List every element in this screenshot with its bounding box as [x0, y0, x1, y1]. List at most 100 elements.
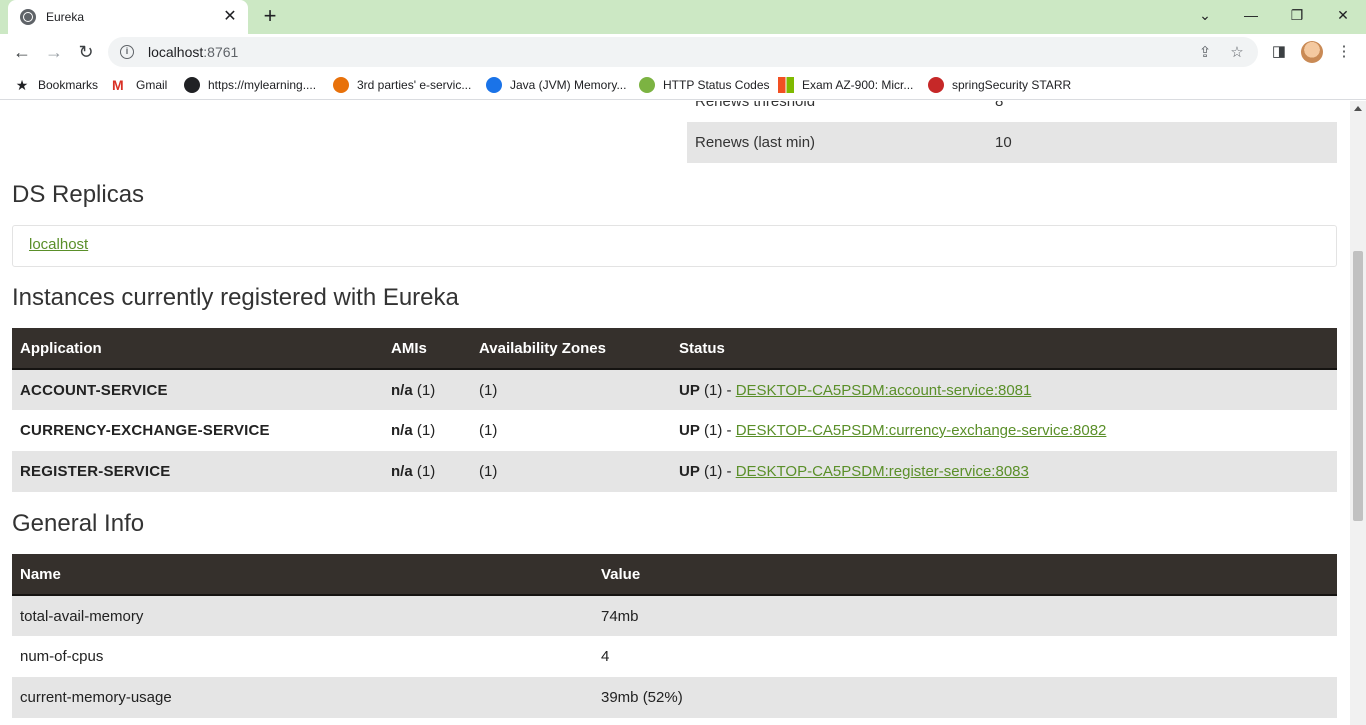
lease-value: 8 [995, 101, 1004, 110]
bookmark-item[interactable]: Java (JVM) Memory... [486, 76, 626, 94]
table-row: current-memory-usage 39mb (52%) [12, 677, 1337, 718]
scrollbar-thumb[interactable] [1353, 251, 1363, 521]
ami-cell: n/a (1) [383, 369, 471, 410]
application-name: ACCOUNT-SERVICE [12, 369, 383, 410]
lease-row: Renews threshold 8 [687, 101, 1337, 122]
col-amis: AMIs [383, 328, 471, 370]
bookmark-item[interactable]: M Gmail [112, 76, 167, 94]
bookmark-item[interactable]: HTTP Status Codes [639, 76, 770, 94]
globe-icon [20, 9, 36, 25]
general-header-row: Name Value [12, 554, 1337, 596]
application-name: REGISTER-SERVICE [12, 451, 383, 492]
bookmarks-bar: ★ Bookmarks M Gmail https://mylearning.... 3r… [0, 70, 1366, 100]
zones-cell: (1) [471, 451, 671, 492]
status-cell: UP (1) - DESKTOP-CA5PSDM:account-service… [671, 369, 1337, 410]
bookmark-label: Bookmarks [38, 78, 99, 92]
tab-search-icon[interactable]: ⌄ [1182, 0, 1228, 30]
eureka-page: Renews threshold 8 Renews (last min) 10 … [0, 101, 1350, 725]
bookmark-label: Exam AZ-900: Micr... [802, 78, 914, 92]
zones-cell: (1) [479, 422, 498, 439]
bookmark-item[interactable]: ★ Bookmarks [14, 76, 98, 94]
ball-icon [333, 77, 349, 93]
scroll-up-arrow-icon[interactable] [1354, 106, 1362, 111]
lease-value: 10 [995, 134, 1012, 151]
page-scrollbar[interactable] [1350, 101, 1366, 725]
bookmark-item[interactable]: Exam AZ-900: Micr... [778, 76, 913, 94]
col-availability-zones: Availability Zones [471, 328, 671, 370]
address-bar[interactable]: i localhost:8761 ⇪ ☆ [108, 37, 1258, 67]
bookmark-label: Java (JVM) Memory... [510, 78, 627, 92]
star-icon: ★ [15, 77, 29, 93]
gmail-icon: M [112, 77, 124, 93]
restore-button[interactable]: ❐ [1274, 0, 1320, 30]
globe-icon [184, 77, 200, 93]
table-row: ACCOUNT-SERVICE n/a (1) (1) UP (1) - DES… [12, 369, 1337, 410]
info-value: 74mb [593, 595, 1337, 636]
bookmark-item[interactable]: springSecurity STARR [928, 76, 1071, 94]
browser-toolbar: ← → ↻ i localhost:8761 ⇪ ☆ ◨ ⋮ [0, 34, 1366, 70]
info-name: num-of-cpus [20, 648, 104, 665]
bookmark-item[interactable]: https://mylearning.... [184, 76, 316, 94]
table-row: num-of-cpus 4 [12, 636, 1337, 677]
general-info-table: Name Value total-avail-memory 74mb num-o… [12, 554, 1337, 718]
menu-kebab-icon[interactable]: ⋮ [1334, 42, 1354, 62]
ami-cell: n/a (1) [383, 451, 471, 492]
general-info-heading: General Info [12, 510, 145, 537]
instance-link[interactable]: DESKTOP-CA5PSDM:register-service:8083 [736, 463, 1029, 480]
instances-header-row: Application AMIs Availability Zones Stat… [12, 328, 1337, 370]
bookmark-label: HTTP Status Codes [663, 78, 770, 92]
back-arrow-icon[interactable]: ← [8, 38, 36, 66]
forward-arrow-icon[interactable]: → [40, 38, 68, 66]
minimize-button[interactable]: — [1228, 0, 1274, 30]
bookmark-item[interactable]: 3rd parties' e-servic... [333, 76, 471, 94]
col-name: Name [12, 554, 593, 596]
table-row: total-avail-memory 74mb [12, 595, 1337, 636]
bookmark-star-icon[interactable]: ☆ [1228, 44, 1246, 62]
col-value: Value [593, 554, 1337, 596]
springsecurity-icon [928, 77, 944, 93]
instance-link[interactable]: DESKTOP-CA5PSDM:account-service:8081 [736, 382, 1032, 399]
share-icon[interactable]: ⇪ [1196, 44, 1214, 62]
bookmark-label: springSecurity STARR [952, 78, 1072, 92]
table-row: REGISTER-SERVICE n/a (1) (1) UP (1) - DE… [12, 451, 1337, 492]
tab-title: Eureka [46, 10, 85, 24]
bookmark-label: Gmail [136, 78, 168, 92]
lease-key: Renews threshold [695, 101, 816, 110]
col-application: Application [12, 328, 383, 370]
instances-table: Application AMIs Availability Zones Stat… [12, 328, 1337, 492]
tab-eureka[interactable]: Eureka ✕ [8, 0, 248, 34]
close-window-button[interactable]: ✕ [1320, 0, 1366, 30]
zones-cell: (1) [471, 369, 671, 410]
new-tab-button[interactable]: + [258, 5, 282, 29]
ami-cell: n/a (1) [391, 422, 436, 439]
refresh-logo-icon [486, 77, 502, 93]
info-name: total-avail-memory [12, 595, 593, 636]
ds-replicas-box: localhost [12, 225, 1337, 267]
side-panel-icon[interactable]: ◨ [1269, 42, 1289, 62]
url-text: localhost:8761 [148, 44, 239, 60]
reload-icon[interactable]: ↻ [72, 38, 100, 66]
lease-key: Renews (last min) [695, 134, 816, 151]
close-tab-icon[interactable]: ✕ [222, 9, 238, 25]
site-info-icon[interactable]: i [120, 45, 134, 59]
bookmark-label: 3rd parties' e-servic... [357, 78, 472, 92]
bookmark-label: https://mylearning.... [208, 78, 317, 92]
replica-link[interactable]: localhost [29, 236, 88, 253]
instance-link[interactable]: DESKTOP-CA5PSDM:currency-exchange-servic… [736, 422, 1107, 439]
profile-avatar[interactable] [1301, 41, 1323, 63]
status-cell: UP (1) - DESKTOP-CA5PSDM:register-servic… [671, 451, 1337, 492]
status-cell: UP (1) - DESKTOP-CA5PSDM:currency-exchan… [679, 422, 1107, 439]
info-name: current-memory-usage [12, 677, 593, 718]
lease-row: Renews (last min) 10 [687, 122, 1337, 163]
instances-heading: Instances currently registered with Eure… [12, 284, 459, 311]
ds-replicas-heading: DS Replicas [12, 181, 145, 208]
leaf-icon [639, 77, 655, 93]
application-name: CURRENCY-EXCHANGE-SERVICE [20, 422, 270, 439]
table-row: CURRENCY-EXCHANGE-SERVICE n/a (1) (1) UP… [12, 410, 1337, 451]
tab-strip: Eureka ✕ + ⌄ — ❐ ✕ [0, 0, 1366, 34]
col-status: Status [671, 328, 1337, 370]
info-value: 39mb (52%) [593, 677, 1337, 718]
lease-info-table: Renews threshold 8 Renews (last min) 10 [687, 101, 1337, 163]
info-value: 4 [601, 648, 610, 665]
microsoft-icon [778, 77, 794, 93]
